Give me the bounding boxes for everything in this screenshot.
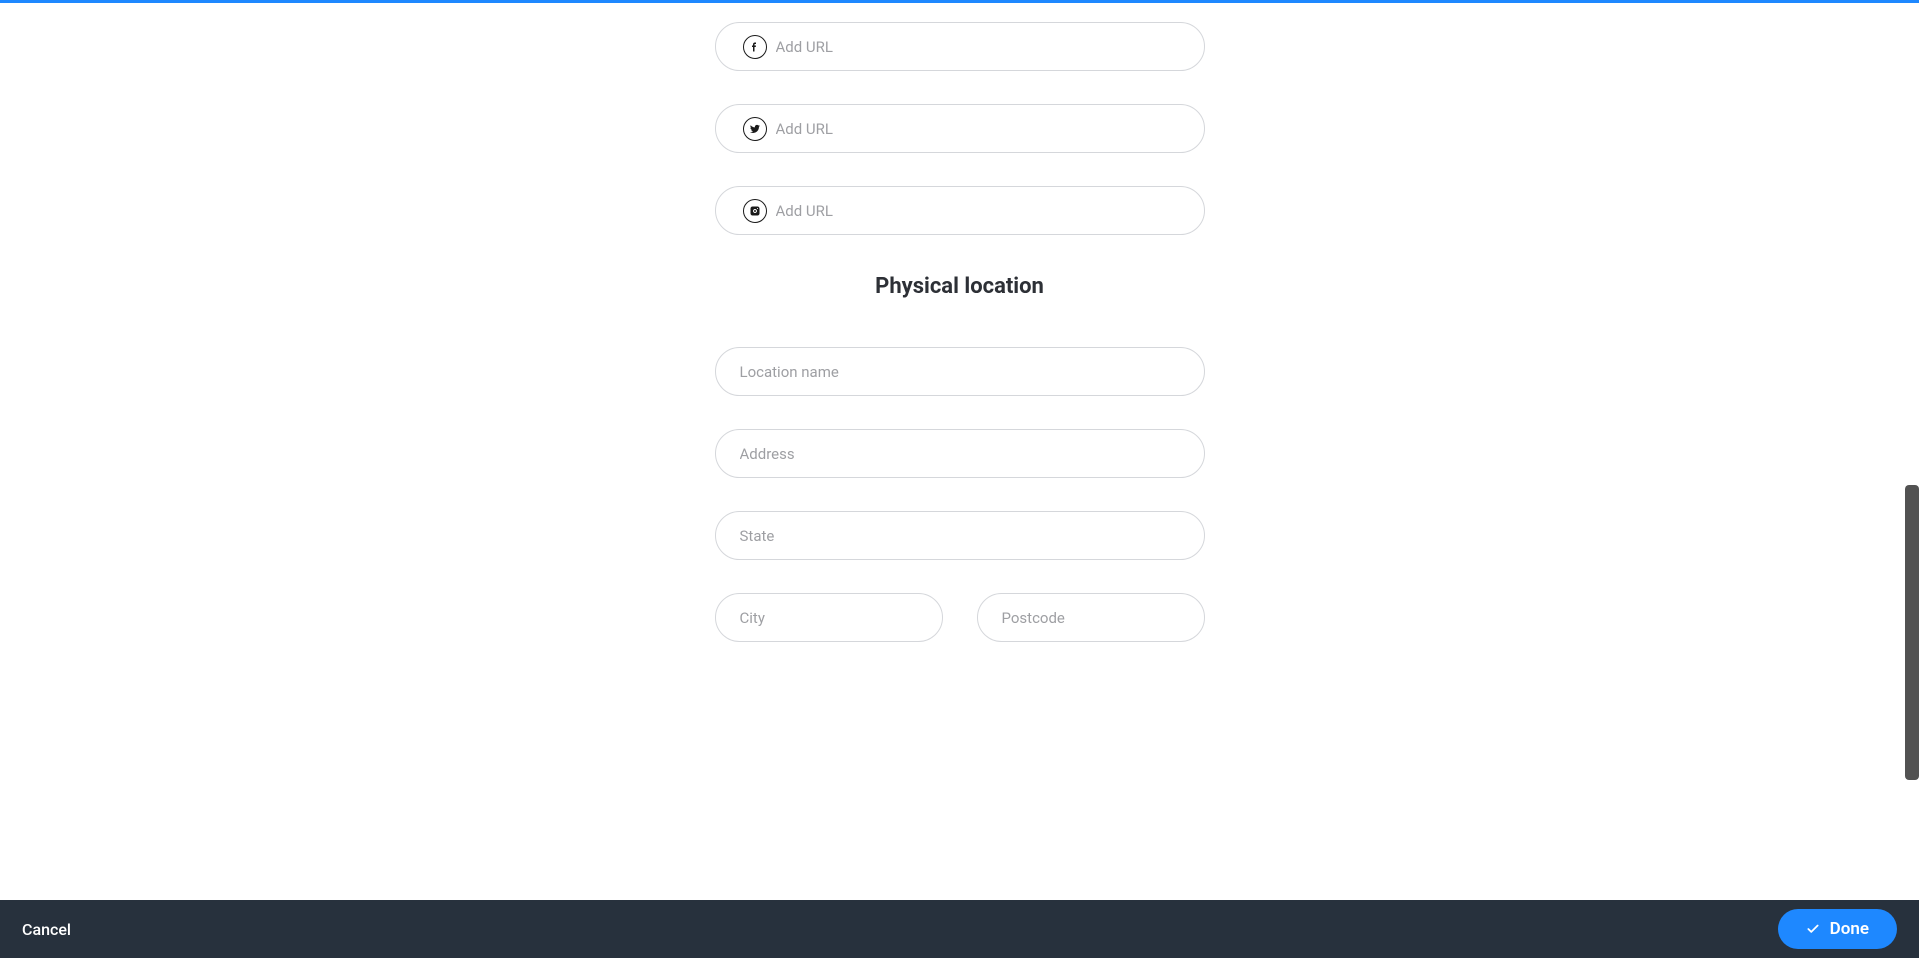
- city-group: [715, 593, 943, 642]
- form-content: Physical location: [0, 3, 1919, 900]
- instagram-url-group: [715, 186, 1205, 235]
- done-button-label: Done: [1830, 919, 1869, 939]
- instagram-icon: [743, 199, 767, 223]
- twitter-icon: [743, 117, 767, 141]
- facebook-icon: [743, 35, 767, 59]
- address-input[interactable]: [715, 429, 1205, 478]
- city-input[interactable]: [715, 593, 943, 642]
- facebook-url-input[interactable]: [715, 22, 1205, 71]
- city-postcode-row: [715, 593, 1205, 675]
- location-name-group: [715, 347, 1205, 396]
- twitter-url-group: [715, 104, 1205, 153]
- done-button[interactable]: Done: [1778, 909, 1897, 949]
- check-icon: [1806, 922, 1820, 936]
- cancel-button[interactable]: Cancel: [22, 920, 71, 939]
- footer-bar: Cancel Done: [0, 900, 1919, 958]
- state-group: [715, 511, 1205, 560]
- state-input[interactable]: [715, 511, 1205, 560]
- location-name-input[interactable]: [715, 347, 1205, 396]
- twitter-url-input[interactable]: [715, 104, 1205, 153]
- address-group: [715, 429, 1205, 478]
- instagram-url-input[interactable]: [715, 186, 1205, 235]
- form-container: Physical location: [715, 22, 1205, 675]
- facebook-url-group: [715, 22, 1205, 71]
- postcode-input[interactable]: [977, 593, 1205, 642]
- physical-location-title: Physical location: [715, 274, 1205, 299]
- postcode-group: [977, 593, 1205, 642]
